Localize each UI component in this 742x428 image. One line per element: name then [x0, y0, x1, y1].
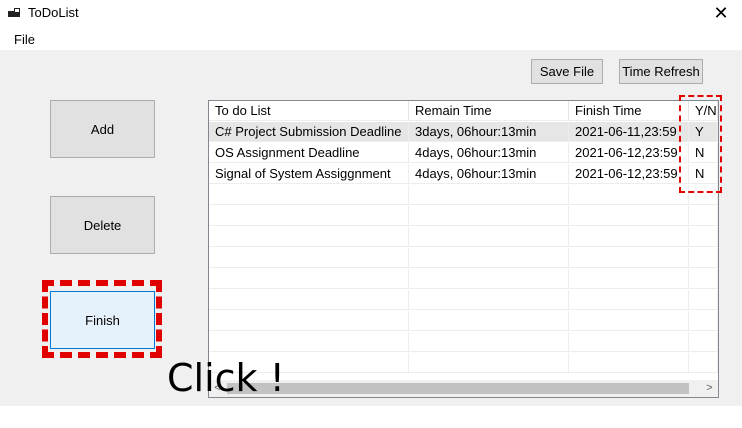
empty-cell [569, 227, 689, 247]
save-file-button[interactable]: Save File [531, 59, 603, 84]
empty-cell [209, 185, 409, 205]
menu-file[interactable]: File [14, 32, 35, 47]
add-button[interactable]: Add [50, 100, 155, 158]
cell-todo: OS Assignment Deadline [209, 143, 409, 163]
empty-cell [569, 206, 689, 226]
empty-cell [689, 353, 718, 373]
empty-cell [409, 353, 569, 373]
time-refresh-button[interactable]: Time Refresh [619, 59, 703, 84]
finish-highlight [42, 280, 162, 358]
menu-bar: File [0, 28, 742, 50]
empty-cell [569, 248, 689, 268]
empty-cell [689, 227, 718, 247]
empty-cell [209, 269, 409, 289]
empty-row [209, 353, 718, 374]
empty-cell [209, 206, 409, 226]
close-icon[interactable]: ✕ [700, 0, 742, 28]
empty-cell [409, 227, 569, 247]
yn-column-highlight [679, 95, 722, 193]
cell-todo: Signal of System Assiggnment [209, 164, 409, 184]
empty-row [209, 227, 718, 248]
empty-row [209, 332, 718, 353]
empty-cell [569, 311, 689, 331]
todo-table[interactable]: To do List Remain Time Finish Time Y/N C… [208, 100, 719, 398]
empty-cell [569, 332, 689, 352]
empty-row [209, 248, 718, 269]
empty-cell [569, 269, 689, 289]
horizontal-scrollbar[interactable]: < > [209, 380, 718, 397]
empty-cell [409, 248, 569, 268]
empty-cell [409, 332, 569, 352]
empty-cell [209, 311, 409, 331]
empty-cell [209, 227, 409, 247]
scroll-right-icon[interactable]: > [701, 380, 718, 397]
empty-row [209, 311, 718, 332]
column-header-todo[interactable]: To do List [209, 101, 409, 121]
empty-row [209, 269, 718, 290]
cell-finish-time: 2021-06-12,23:59 [569, 143, 689, 163]
click-annotation: Click ! [167, 356, 285, 400]
empty-cell [689, 311, 718, 331]
empty-cell [209, 290, 409, 310]
empty-cell [569, 290, 689, 310]
cell-todo: C# Project Submission Deadline [209, 122, 409, 142]
column-header-remain-time[interactable]: Remain Time [409, 101, 569, 121]
empty-cell [409, 290, 569, 310]
empty-cell [409, 311, 569, 331]
empty-cell [409, 269, 569, 289]
empty-cell [569, 353, 689, 373]
column-header-finish-time[interactable]: Finish Time [569, 101, 689, 121]
empty-cell [209, 248, 409, 268]
empty-cell [689, 206, 718, 226]
cell-finish-time: 2021-06-12,23:59 [569, 164, 689, 184]
table-row[interactable]: Signal of System Assiggnment 4days, 06ho… [209, 164, 718, 185]
empty-cell [409, 206, 569, 226]
cell-remain-time: 4days, 06hour:13min [409, 164, 569, 184]
app-window-icon [8, 8, 20, 17]
cell-remain-time: 4days, 06hour:13min [409, 143, 569, 163]
table-header: To do List Remain Time Finish Time Y/N [209, 101, 718, 122]
empty-row [209, 206, 718, 227]
empty-row [209, 290, 718, 311]
empty-cell [569, 185, 689, 205]
title-bar: ToDoList ✕ [0, 0, 742, 28]
window-title: ToDoList [28, 5, 79, 20]
empty-cell [689, 332, 718, 352]
table-row[interactable]: OS Assignment Deadline 4days, 06hour:13m… [209, 143, 718, 164]
scroll-thumb[interactable] [227, 383, 689, 394]
empty-cell [409, 185, 569, 205]
cell-remain-time: 3days, 06hour:13min [409, 122, 569, 142]
table-row[interactable]: C# Project Submission Deadline 3days, 06… [209, 122, 718, 143]
empty-cell [209, 332, 409, 352]
empty-cell [689, 269, 718, 289]
cell-finish-time: 2021-06-11,23:59 [569, 122, 689, 142]
empty-row [209, 185, 718, 206]
empty-cell [689, 248, 718, 268]
empty-cell [689, 290, 718, 310]
delete-button[interactable]: Delete [50, 196, 155, 254]
